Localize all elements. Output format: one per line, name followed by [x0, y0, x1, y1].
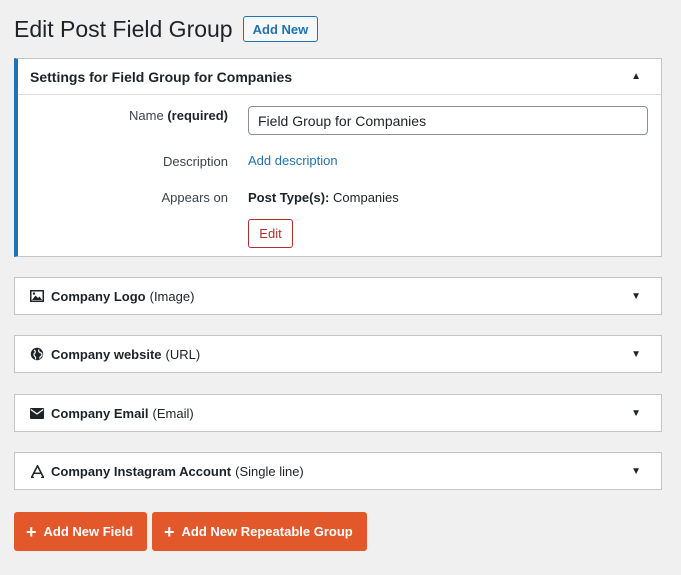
- field-name: Company Logo: [51, 288, 146, 304]
- caret-down-icon[interactable]: ▼: [631, 466, 641, 477]
- field-name: Company website: [51, 346, 162, 362]
- settings-panel-title: Settings for Field Group for Companies: [30, 68, 293, 85]
- page-title: Edit Post Field Group: [14, 16, 233, 42]
- add-new-button[interactable]: Add New: [242, 16, 319, 42]
- post-types-value: Companies: [333, 190, 399, 205]
- settings-panel: Settings for Field Group for Companies ▲…: [14, 58, 662, 257]
- plus-icon: +: [26, 521, 37, 542]
- field-panel-company-website[interactable]: Company website (URL) ▼: [14, 335, 662, 373]
- field-type: (Image): [149, 288, 195, 304]
- edit-appears-on-button[interactable]: Edit: [248, 219, 293, 248]
- field-panel-company-logo[interactable]: Company Logo (Image) ▼: [14, 277, 662, 315]
- field-type: (Email): [152, 405, 194, 421]
- caret-down-icon[interactable]: ▼: [631, 408, 641, 419]
- plus-icon: +: [164, 521, 175, 542]
- caret-up-icon[interactable]: ▲: [631, 71, 641, 82]
- post-types-key: Post Type(s):: [248, 190, 330, 205]
- field-panel-company-instagram[interactable]: Company Instagram Account (Single line) …: [14, 452, 662, 490]
- field-type: (URL): [165, 346, 201, 362]
- image-icon: [30, 289, 44, 303]
- add-new-repeatable-group-label: Add New Repeatable Group: [181, 524, 353, 539]
- required-marker: (required): [167, 108, 228, 123]
- add-description-link[interactable]: Add description: [248, 153, 338, 168]
- field-panel-company-email[interactable]: Company Email (Email) ▼: [14, 394, 662, 432]
- field-name: Company Email: [51, 405, 149, 421]
- add-new-field-button[interactable]: + Add New Field: [14, 512, 148, 551]
- field-name: Company Instagram Account: [51, 463, 232, 479]
- add-new-field-label: Add New Field: [43, 524, 134, 539]
- description-label: Description: [162, 154, 228, 169]
- name-input[interactable]: [248, 106, 648, 135]
- field-type: (Single line): [235, 463, 304, 479]
- caret-down-icon[interactable]: ▼: [631, 349, 641, 360]
- settings-panel-header[interactable]: Settings for Field Group for Companies ▲: [18, 59, 661, 95]
- add-new-repeatable-group-button[interactable]: + Add New Repeatable Group: [152, 512, 367, 551]
- name-label: Name (required): [129, 108, 228, 123]
- globe-icon: [30, 347, 44, 361]
- appears-on-label: Appears on: [161, 190, 229, 205]
- envelope-icon: [30, 406, 44, 420]
- page-header: Edit Post Field Group Add New: [14, 14, 319, 44]
- appears-on-value: Post Type(s): Companies: [248, 190, 399, 205]
- caret-down-icon[interactable]: ▼: [631, 291, 641, 302]
- text-a-icon: [30, 464, 44, 478]
